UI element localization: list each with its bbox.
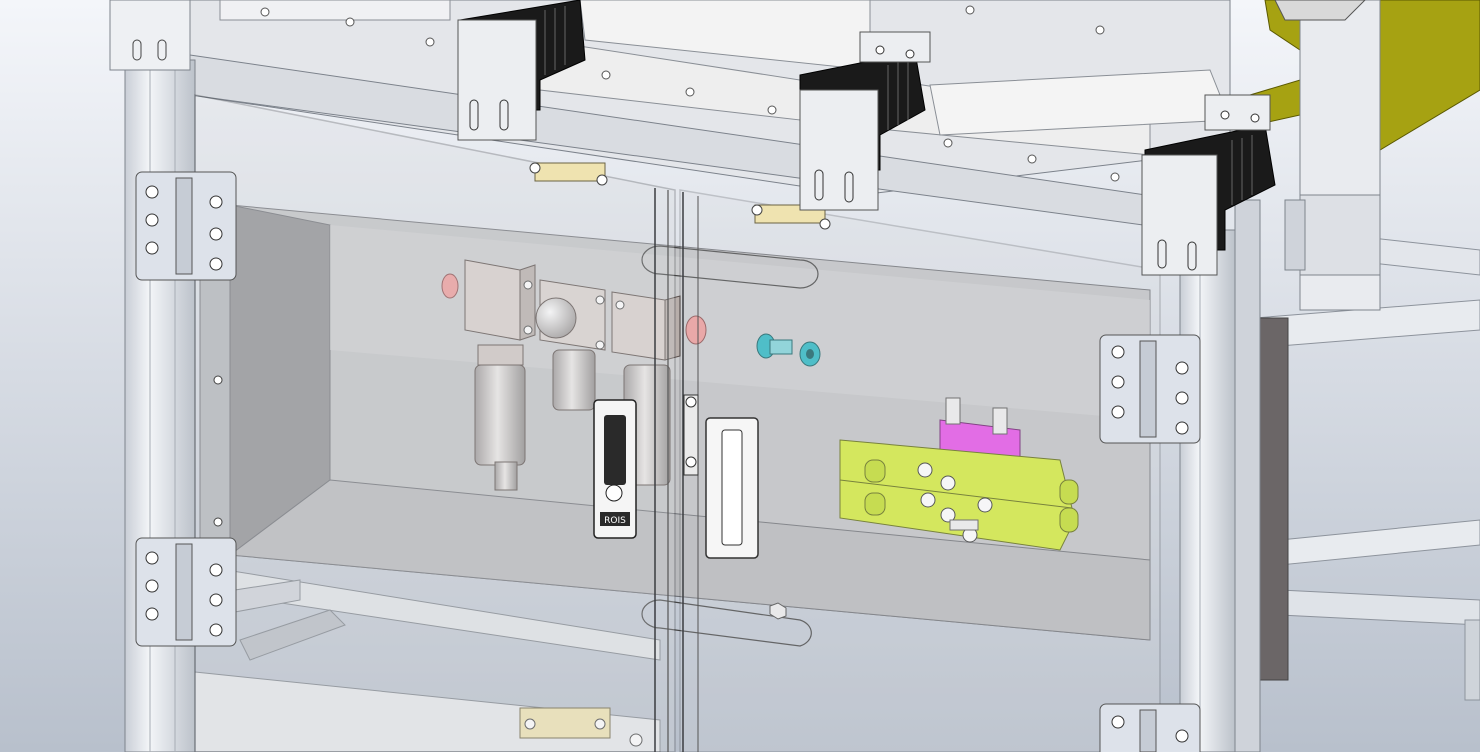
hinge-bottom-left (135, 537, 237, 647)
hinge-top-right (1099, 334, 1201, 444)
door-pull-handle[interactable] (705, 417, 759, 559)
door-center-latch (683, 394, 699, 476)
hinge-top-left (135, 171, 237, 281)
hinge-bottom-right (1099, 703, 1201, 752)
door-lock-handle[interactable]: ROIS (593, 399, 637, 539)
cad-scene: ROIS (0, 0, 1480, 752)
lock-badge-text: ROIS (604, 516, 626, 526)
